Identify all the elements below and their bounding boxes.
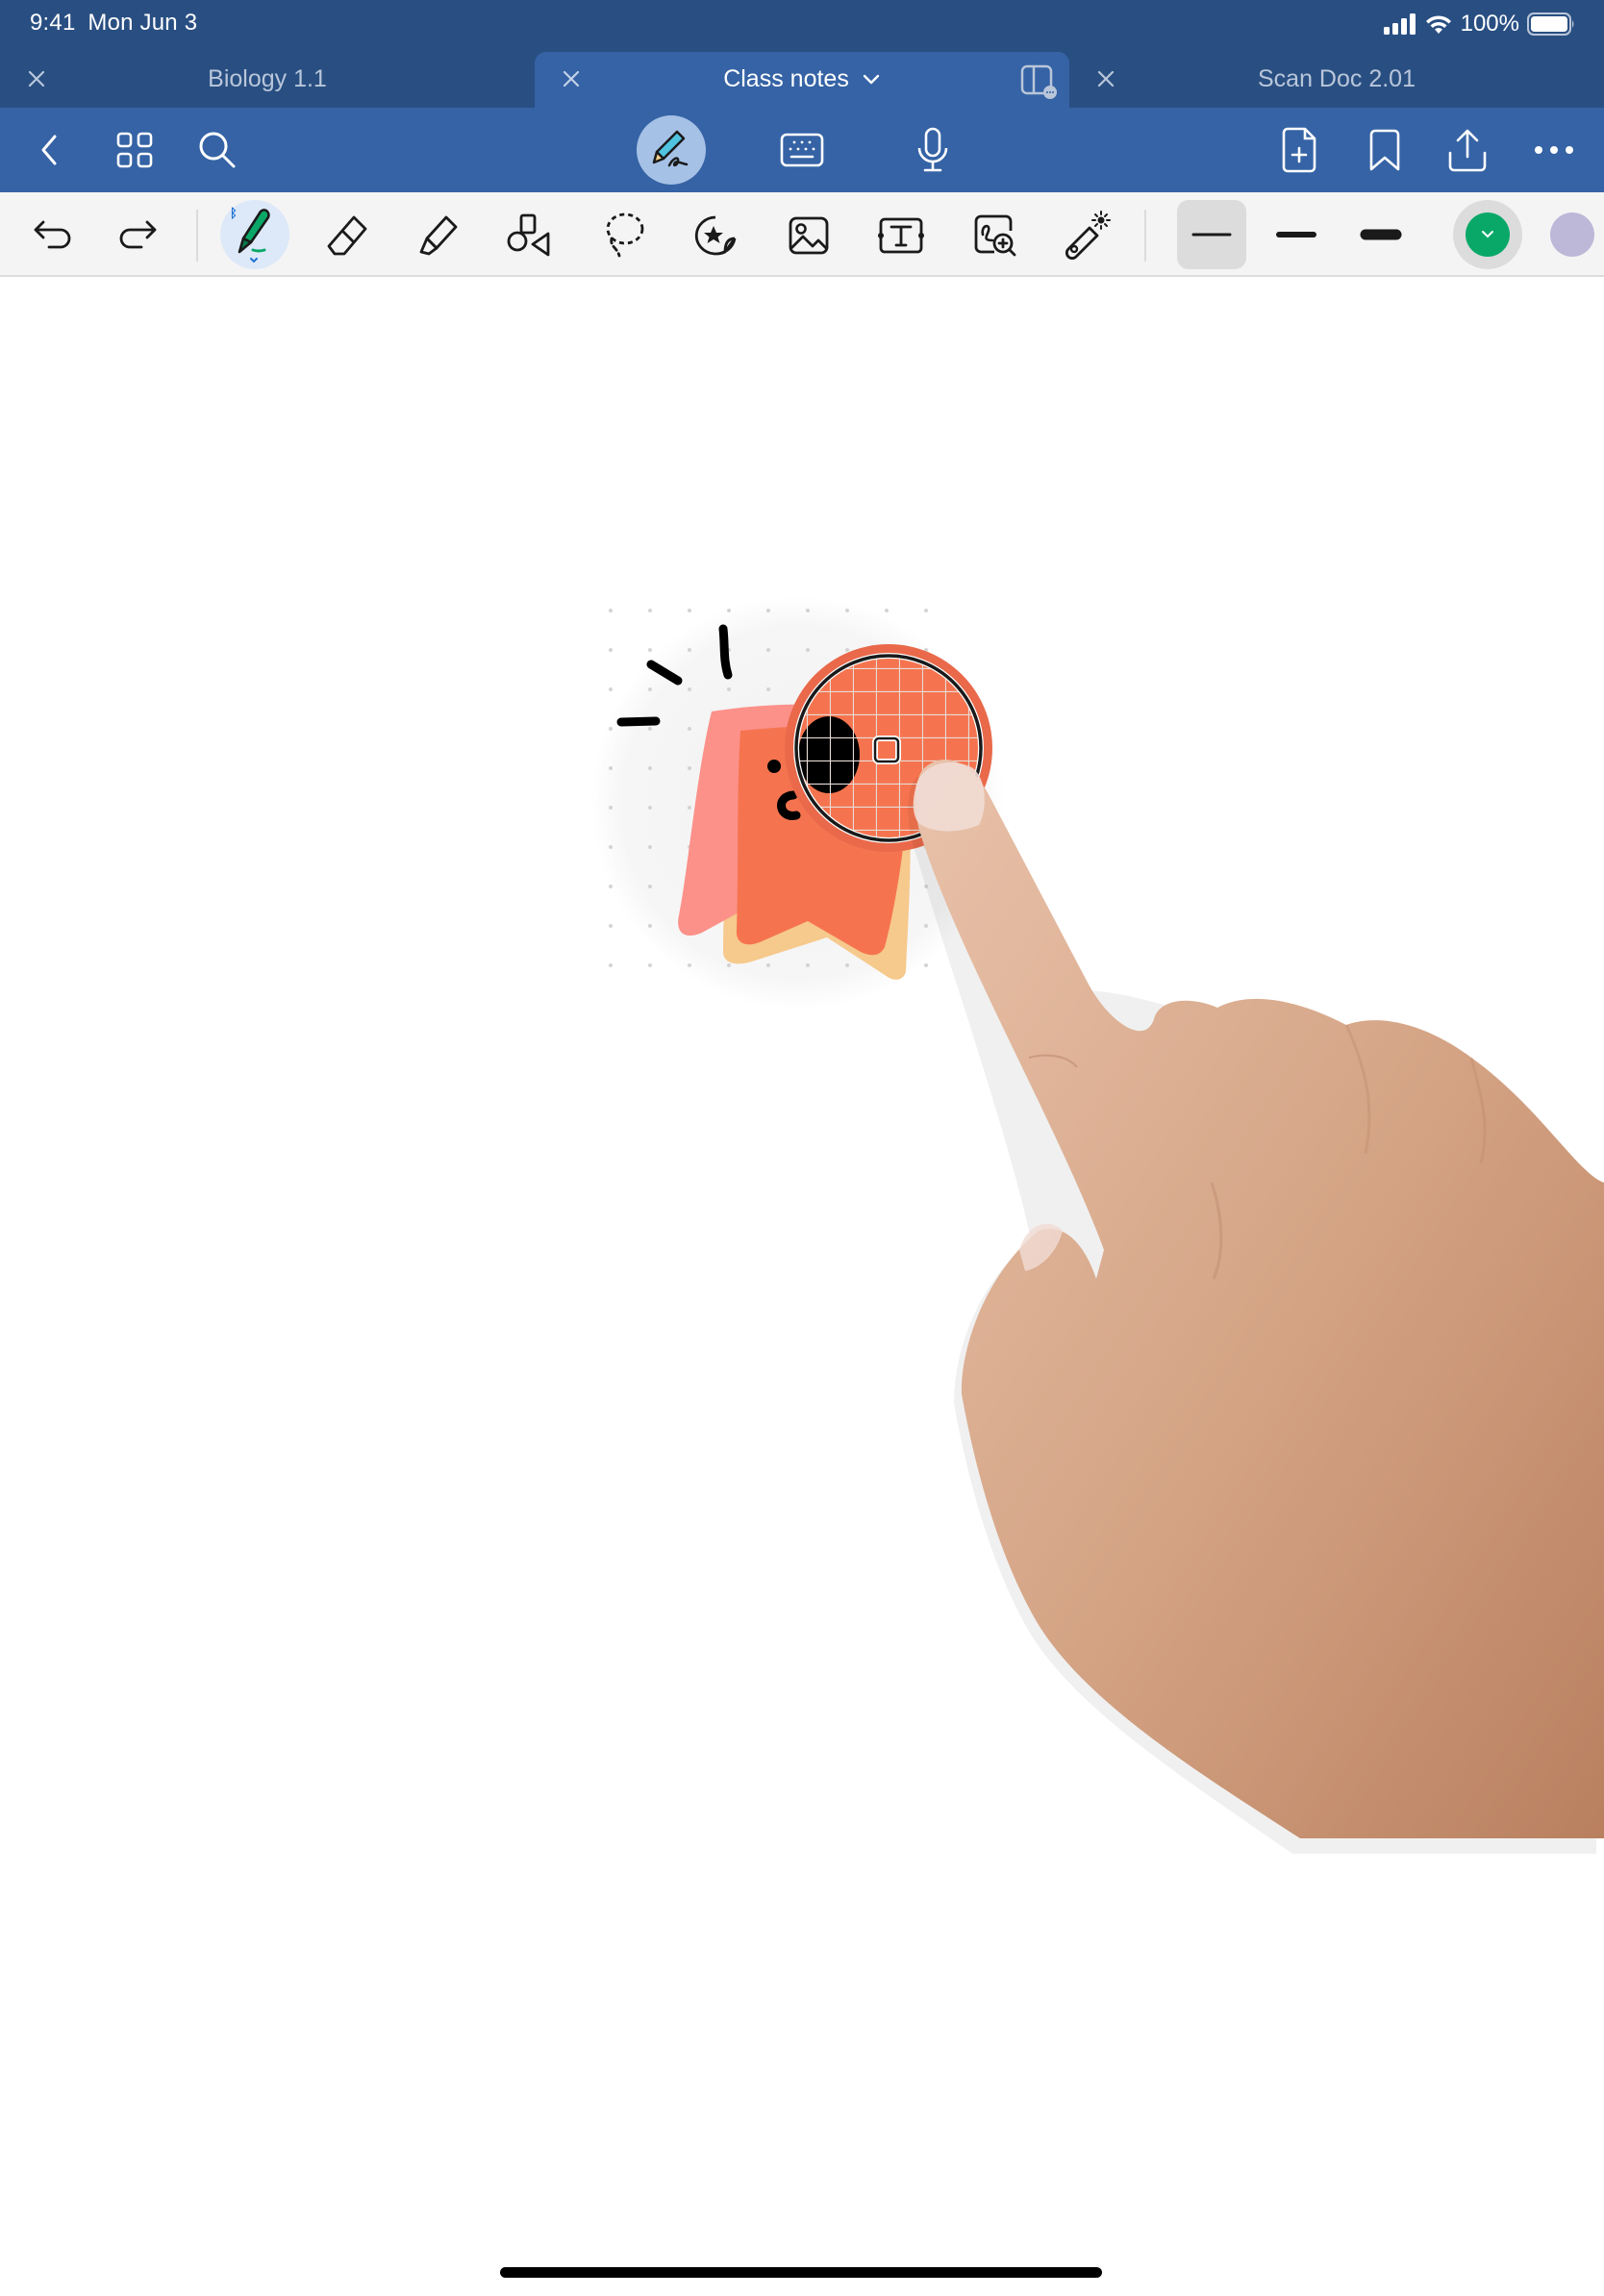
search-button[interactable] [188, 121, 246, 179]
flag-eye [767, 760, 781, 773]
chevron-down-icon [1482, 231, 1493, 238]
nav-bar [0, 108, 1604, 192]
image-tool[interactable] [777, 204, 840, 267]
cellular-signal-icon [1383, 13, 1416, 35]
toolbar-divider [1144, 210, 1146, 262]
text-box-icon [878, 217, 924, 254]
drawing-toolbar: ᛒ [0, 192, 1604, 277]
tab-title-text: Class notes [723, 65, 849, 92]
date-text: Mon Jun 3 [88, 10, 198, 36]
pen-handwriting-icon [652, 130, 689, 167]
share-button[interactable] [1439, 121, 1496, 179]
add-page-icon [1282, 127, 1316, 173]
lasso-tool[interactable] [592, 204, 656, 267]
undo-button[interactable] [21, 204, 85, 267]
add-page-button[interactable] [1271, 121, 1329, 179]
time-text: 9:41 [30, 10, 76, 36]
stroke-width-thick[interactable] [1346, 200, 1416, 269]
keyboard-mode-button[interactable] [773, 121, 831, 179]
tab-title: Scan Doc 2.01 [1258, 65, 1416, 92]
image-icon [789, 216, 829, 255]
highlighter-icon [419, 215, 458, 256]
pen-tool[interactable]: ᛒ [220, 200, 289, 269]
more-button[interactable] [1525, 121, 1583, 179]
color-swatch-lavender[interactable] [1538, 200, 1604, 269]
chevron-down-icon [863, 75, 879, 85]
grid-view-button[interactable] [106, 121, 163, 179]
undo-icon [34, 220, 71, 249]
text-tool[interactable] [869, 204, 933, 267]
eraser-icon [327, 215, 367, 256]
voice-mode-button[interactable] [904, 121, 962, 179]
hand-photo [908, 760, 1604, 1854]
status-time: 9:41 Mon Jun 3 [30, 10, 197, 37]
color-swatch-green[interactable] [1453, 200, 1522, 269]
grid-view-icon [116, 132, 153, 168]
redo-icon [119, 220, 157, 249]
lavender-swatch [1550, 212, 1594, 257]
green-swatch [1466, 212, 1510, 257]
zoom-window-tool[interactable] [964, 204, 1027, 267]
microphone-icon [917, 127, 948, 172]
battery-icon [1527, 12, 1574, 36]
note-canvas[interactable] [0, 279, 1604, 2296]
home-indicator[interactable] [500, 2267, 1102, 2278]
split-view-icon[interactable] [1019, 62, 1058, 100]
svg-text:ᛒ: ᛒ [230, 207, 238, 221]
canvas-illustration [591, 596, 1604, 1854]
thick-line-icon [1360, 229, 1402, 240]
shapes-icon [507, 213, 550, 257]
thin-line-icon [1191, 233, 1232, 237]
zoom-window-icon [974, 214, 1016, 257]
tab-title: Biology 1.1 [208, 65, 327, 92]
index-fingernail [913, 762, 985, 832]
lasso-icon [606, 212, 644, 258]
more-icon [1535, 146, 1573, 154]
bookmark-button[interactable] [1356, 121, 1414, 179]
tab-scan-doc[interactable]: Scan Doc 2.01 [1069, 52, 1604, 108]
share-icon [1448, 129, 1487, 172]
toolbar-divider [196, 210, 198, 262]
back-icon [41, 135, 57, 165]
tab-biology[interactable]: Biology 1.1 [0, 52, 535, 108]
redo-button[interactable] [106, 204, 169, 267]
search-icon [199, 132, 236, 168]
stroke-width-thin[interactable] [1177, 200, 1246, 269]
bookmark-icon [1369, 129, 1400, 171]
keyboard-icon [780, 133, 824, 167]
laser-pointer-tool[interactable] [1054, 204, 1117, 267]
handwriting-mode-button[interactable] [637, 115, 706, 185]
battery-percent: 100% [1460, 11, 1519, 37]
tab-class-notes[interactable]: Class notes [535, 52, 1069, 108]
sticker-tool[interactable] [685, 204, 748, 267]
laser-pointer-icon [1065, 211, 1111, 261]
sticker-icon [694, 215, 737, 256]
stroke-width-medium[interactable] [1262, 200, 1331, 269]
highlighter-tool[interactable] [406, 204, 469, 267]
tab-bar: Biology 1.1 Class notes Scan Doc 2.01 [0, 52, 1604, 108]
eraser-tool[interactable] [315, 204, 379, 267]
status-right: 100% [1383, 10, 1575, 38]
back-button[interactable] [21, 121, 79, 179]
motion-line [718, 624, 733, 680]
wifi-icon [1425, 15, 1451, 34]
shapes-tool[interactable] [498, 204, 562, 267]
status-bar: 9:41 Mon Jun 3 100% [0, 0, 1604, 52]
motion-line [616, 716, 661, 727]
tab-title[interactable]: Class notes [535, 65, 1069, 93]
medium-line-icon [1276, 232, 1316, 237]
pen-icon: ᛒ [230, 207, 270, 263]
hand-shape [915, 760, 1604, 1838]
